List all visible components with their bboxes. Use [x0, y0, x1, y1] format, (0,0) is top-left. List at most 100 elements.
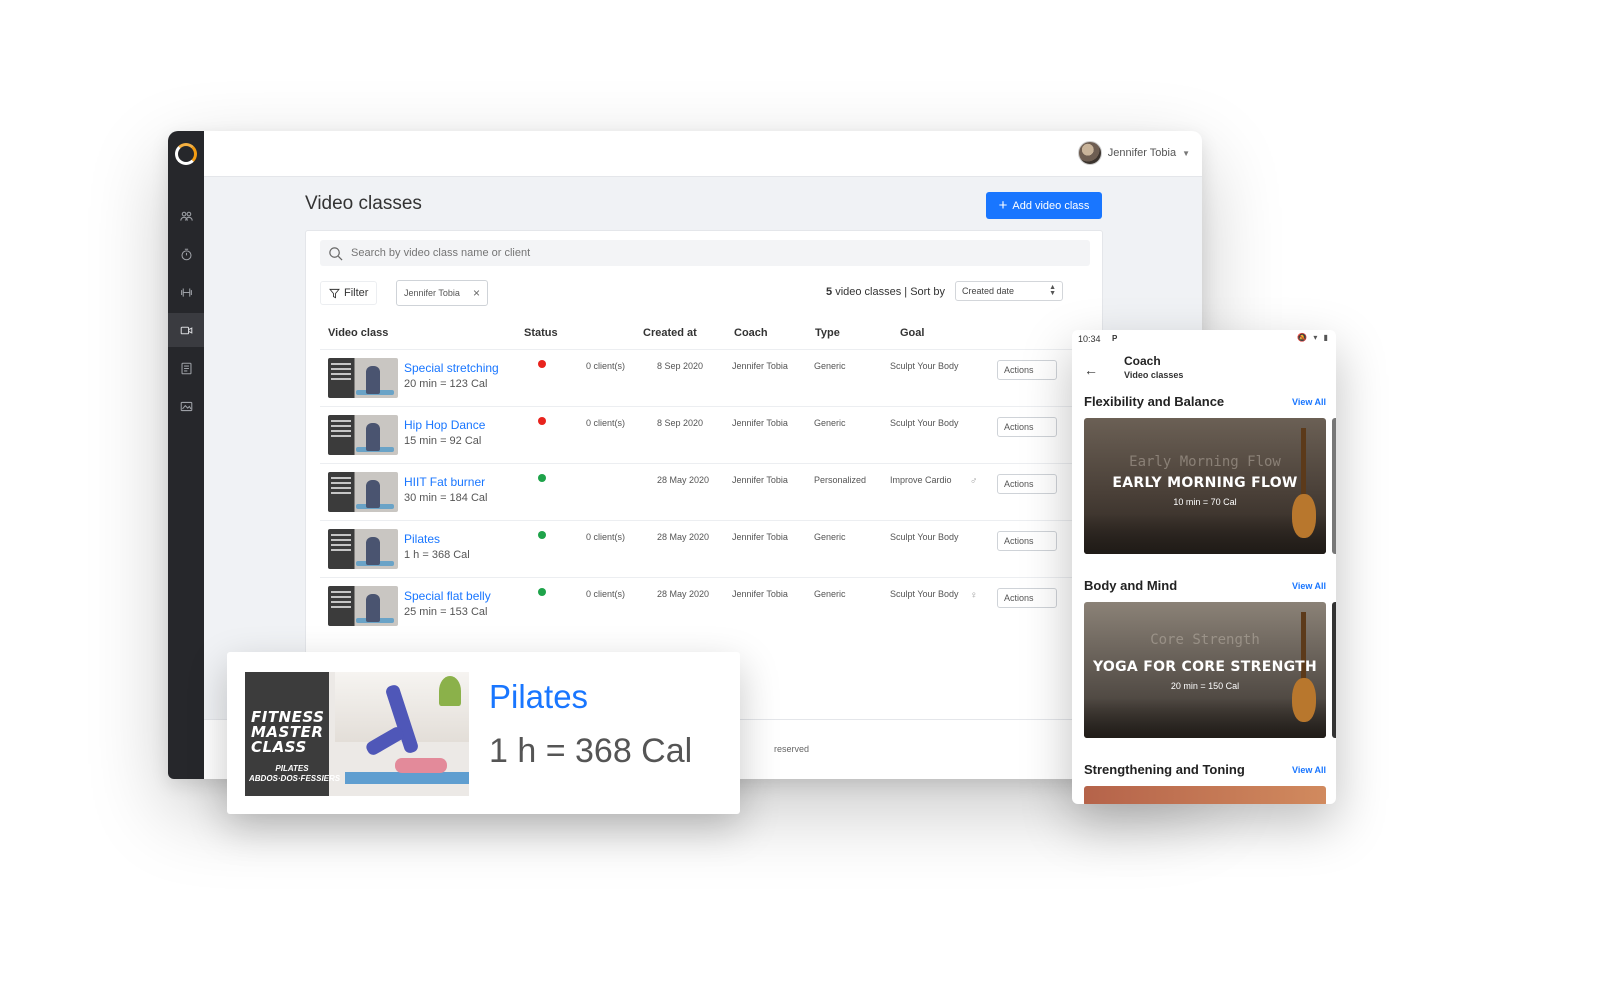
clients-icon[interactable] — [168, 199, 204, 233]
row-thumbnail[interactable] — [328, 415, 398, 455]
video-thumbnail[interactable]: FITNESS MASTER CLASS PILATES ABDOS·DOS·F… — [245, 672, 469, 796]
column-header[interactable]: Coach — [734, 327, 768, 339]
actions-dropdown[interactable]: Actions — [997, 588, 1057, 608]
table-row[interactable]: Pilates 1 h = 368 Cal 0 client(s) 28 May 20… — [320, 520, 1104, 577]
user-name: Jennifer Tobia — [1107, 147, 1177, 159]
status-bar: 10:34 P 🔕 ▾ ▮ — [1072, 330, 1336, 348]
cell-type: Generic — [814, 532, 846, 542]
timer-icon[interactable] — [168, 237, 204, 271]
actions-dropdown[interactable]: Actions — [997, 531, 1057, 551]
gallery-icon[interactable] — [168, 389, 204, 423]
cell-goal: Sculpt Your Body — [890, 589, 959, 599]
status-dot — [538, 474, 546, 482]
row-thumbnail[interactable] — [328, 529, 398, 569]
count-number: 5 — [826, 286, 833, 298]
column-header[interactable]: Video class — [328, 327, 388, 339]
next-card-peek[interactable] — [1332, 602, 1336, 738]
add-video-class-label: Add video class — [1012, 199, 1090, 212]
avatar — [1077, 141, 1102, 165]
column-header[interactable]: Created at — [643, 327, 697, 339]
user-menu[interactable]: Jennifer Tobia ▼ — [1077, 141, 1190, 165]
cell-goal: Sculpt Your Body — [890, 361, 959, 371]
programs-icon[interactable] — [168, 351, 204, 385]
gender-icon: ♀ — [970, 590, 978, 601]
video-class-duration: 15 min = 92 Cal — [404, 435, 482, 447]
filter-button[interactable]: Filter — [320, 281, 378, 305]
sort-value: Created date — [962, 286, 1015, 296]
chevron-down-icon: ▼ — [1182, 148, 1190, 158]
video-class-duration: 30 min = 184 Cal — [404, 492, 488, 504]
search-icon — [329, 246, 343, 260]
mobile-header-title: Coach — [1124, 354, 1161, 368]
table-row[interactable]: HIIT Fat burner 30 min = 184 Cal 28 May 20… — [320, 463, 1104, 520]
filter-label: Filter — [344, 287, 369, 299]
cell-coach: Jennifer Tobia — [732, 589, 788, 599]
column-header[interactable]: Goal — [900, 327, 924, 339]
zoom-video-title[interactable]: Pilates — [489, 678, 588, 716]
back-arrow-icon[interactable]: ← — [1084, 362, 1098, 378]
video-card[interactable]: Early Morning Flow EARLY MORNING FLOW 10… — [1084, 418, 1326, 554]
carrier-icon: P — [1112, 334, 1118, 343]
cell-type: Generic — [814, 589, 846, 599]
status-dot — [538, 360, 546, 368]
cell-type: Personalized — [814, 475, 867, 485]
view-all-link[interactable]: View All — [1292, 397, 1326, 407]
row-thumbnail[interactable] — [328, 472, 398, 512]
zoom-video-duration: 1 h = 368 Cal — [489, 732, 693, 770]
video-card[interactable] — [1084, 786, 1326, 804]
card-subtitle: 20 min = 150 Cal — [1170, 681, 1240, 691]
actions-dropdown[interactable]: Actions — [997, 360, 1057, 380]
mobile-header-subtitle: Video classes — [1124, 370, 1184, 380]
row-thumbnail[interactable] — [328, 586, 398, 626]
cell-type: Generic — [814, 418, 846, 428]
search-input[interactable] — [351, 247, 1051, 259]
view-all-link[interactable]: View All — [1292, 765, 1326, 775]
cell-goal: Sculpt Your Body — [890, 532, 959, 542]
close-icon[interactable]: × — [473, 286, 480, 300]
row-thumbnail[interactable] — [328, 358, 398, 398]
mobile-header: ← Coach Video classes — [1072, 348, 1336, 388]
filter-chip-label: Jennifer Tobia — [404, 288, 460, 298]
filter-chip[interactable]: Jennifer Tobia × — [396, 280, 488, 306]
zoomed-video-card[interactable]: FITNESS MASTER CLASS PILATES ABDOS·DOS·F… — [227, 652, 740, 814]
cell-created: 28 May 2020 — [657, 589, 710, 599]
table-row[interactable]: Special flat belly 25 min = 153 Cal 0 clie… — [320, 577, 1104, 634]
gender-icon: ♂ — [970, 476, 978, 487]
composite-stage: Jennifer Tobia ▼ Video classes + Add vid… — [0, 0, 1603, 1000]
system-status-icons: 🔕 ▾ ▮ — [1297, 333, 1330, 342]
cell-created: 28 May 2020 — [657, 532, 710, 542]
cell-clients: 0 client(s) — [586, 589, 626, 599]
cell-clients: 0 client(s) — [586, 532, 626, 542]
actions-dropdown[interactable]: Actions — [997, 417, 1057, 437]
table-row[interactable]: Special stretching 20 min = 123 Cal 0 clie… — [320, 349, 1104, 406]
video-card[interactable]: Core Strength YOGA FOR CORE STRENGTH 20 … — [1084, 602, 1326, 738]
table-row[interactable]: Hip Hop Dance 15 min = 92 Cal 0 client(s) 8… — [320, 406, 1104, 463]
count-text: video classes | Sort by — [835, 286, 946, 298]
video-class-name-link[interactable]: Hip Hop Dance — [404, 418, 485, 432]
footer-text: reserved — [774, 744, 810, 754]
card-title: YOGA FOR CORE STRENGTH — [1092, 659, 1318, 675]
add-video-class-button[interactable]: + Add video class — [986, 192, 1102, 219]
view-all-link[interactable]: View All — [1292, 581, 1326, 591]
cell-created: 8 Sep 2020 — [657, 361, 704, 371]
dumbbell-icon[interactable] — [168, 275, 204, 309]
video-class-name-link[interactable]: Pilates — [404, 532, 440, 546]
page-title: Video classes — [305, 193, 422, 214]
video-class-name-link[interactable]: Special stretching — [404, 361, 499, 375]
next-card-peek[interactable] — [1332, 418, 1336, 554]
cell-coach: Jennifer Tobia — [732, 361, 788, 371]
column-header[interactable]: Type — [815, 327, 840, 339]
card-ghost-title: Core Strength — [1150, 632, 1260, 648]
cell-clients: 0 client(s) — [586, 361, 626, 371]
section-title: Strengthening and Toning — [1084, 762, 1245, 777]
card-ghost-title: Early Morning Flow — [1129, 454, 1281, 470]
cell-coach: Jennifer Tobia — [732, 475, 788, 485]
video-classes-icon[interactable] — [168, 313, 204, 347]
search-bar[interactable] — [320, 240, 1090, 266]
app-logo-icon[interactable] — [175, 143, 197, 165]
sort-select[interactable]: Created date ▲ ▼ — [955, 281, 1063, 301]
column-header[interactable]: Status — [524, 327, 558, 339]
video-class-name-link[interactable]: HIIT Fat burner — [404, 475, 485, 489]
actions-dropdown[interactable]: Actions — [997, 474, 1057, 494]
video-class-name-link[interactable]: Special flat belly — [404, 589, 491, 603]
